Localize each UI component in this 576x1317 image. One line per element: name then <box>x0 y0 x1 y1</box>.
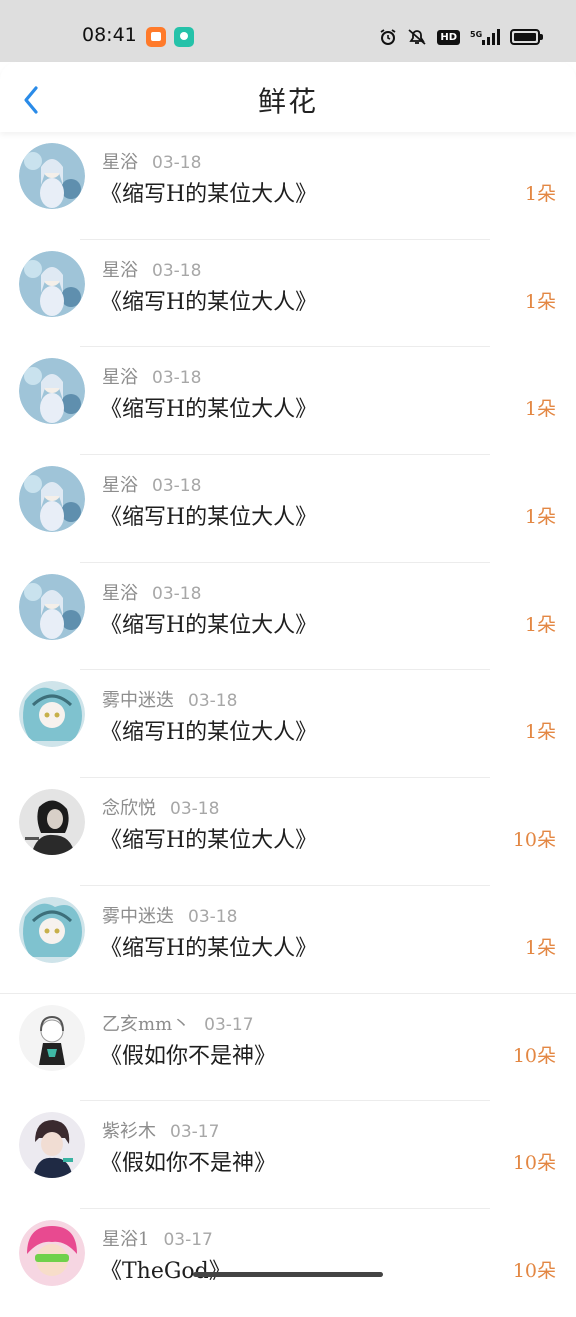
notification-app-icon <box>146 27 166 47</box>
flower-list: 星浴 03-18 《缩写H的某位大人》 1朵 星浴 03-18 《缩写H的某位大人》… <box>0 132 576 1317</box>
list-item[interactable]: 星浴 03-18 《缩写H的某位大人》 1朵 <box>0 455 576 563</box>
book-title[interactable]: 《缩写H的某位大人》 <box>100 176 317 208</box>
user-name[interactable]: 念欣悦 <box>102 798 156 819</box>
user-name[interactable]: 星浴 <box>102 367 138 388</box>
mute-icon <box>407 28 427 46</box>
list-item[interactable]: 念欣悦 03-18 《缩写H的某位大人》 10朵 <box>0 778 576 886</box>
list-item[interactable]: 雾中迷迭 03-18 《缩写H的某位大人》 1朵 <box>0 670 576 779</box>
date: 03-18 <box>152 368 202 389</box>
user-name[interactable]: 紫衫木 <box>102 1121 156 1142</box>
system-icons: HD 5G <box>379 26 543 48</box>
book-title[interactable]: 《缩写H的某位大人》 <box>100 822 317 854</box>
flower-count: 1朵 <box>524 398 556 421</box>
avatar[interactable] <box>19 681 85 748</box>
book-title[interactable]: 《缩写H的某位大人》 <box>100 391 317 423</box>
list-item[interactable]: 星浴1 03-17 《TheGod》 10朵 <box>0 1209 576 1317</box>
avatar[interactable] <box>19 573 85 640</box>
avatar[interactable] <box>19 1219 85 1286</box>
status-time: 08:41 <box>82 24 137 46</box>
list-item[interactable]: 星浴 03-18 《缩写H的某位大人》 1朵 <box>0 132 576 240</box>
date: 03-17 <box>204 1014 254 1035</box>
flower-count: 10朵 <box>512 1044 556 1067</box>
flower-count: 1朵 <box>524 506 556 529</box>
list-item[interactable]: 星浴 03-18 《缩写H的某位大人》 1朵 <box>0 563 576 671</box>
book-title[interactable]: 《TheGod》 <box>100 1253 231 1285</box>
list-item[interactable]: 紫衫木 03-17 《假如你不是神》 10朵 <box>0 1101 576 1209</box>
user-name[interactable]: 星浴 <box>102 475 138 496</box>
flower-count: 1朵 <box>524 936 556 959</box>
user-name[interactable]: 星浴 <box>102 152 138 173</box>
date: 03-18 <box>188 906 238 927</box>
list-item[interactable]: 雾中迷迭 03-18 《缩写H的某位大人》 1朵 <box>0 886 576 994</box>
book-title[interactable]: 《缩写H的某位大人》 <box>100 714 317 746</box>
avatar[interactable] <box>19 1004 85 1071</box>
svg-text:5G: 5G <box>470 30 482 39</box>
date: 03-18 <box>188 691 238 712</box>
book-title[interactable]: 《缩写H的某位大人》 <box>100 930 317 962</box>
user-name[interactable]: 星浴1 <box>102 1229 149 1250</box>
notification-chat-icon <box>174 27 194 47</box>
flower-count: 1朵 <box>524 183 556 205</box>
flower-count: 1朵 <box>524 290 556 313</box>
date: 03-18 <box>152 260 202 281</box>
page-title: 鲜花 <box>257 85 318 118</box>
user-name[interactable]: 乙亥mm丶 <box>102 1014 190 1035</box>
home-indicator[interactable] <box>193 1272 383 1277</box>
date: 03-17 <box>170 1122 220 1143</box>
date: 03-18 <box>152 153 202 173</box>
user-name[interactable]: 雾中迷迭 <box>102 906 174 927</box>
user-name[interactable]: 雾中迷迭 <box>102 690 174 711</box>
flower-count: 1朵 <box>524 721 556 744</box>
hd-icon: HD <box>437 28 460 46</box>
list-item[interactable]: 星浴 03-18 《缩写H的某位大人》 1朵 <box>0 347 576 456</box>
nav-bar: 鲜花 <box>0 62 576 132</box>
list-item[interactable]: 乙亥mm丶 03-17 《假如你不是神》 10朵 <box>0 994 576 1102</box>
alarm-icon <box>379 28 397 46</box>
avatar[interactable] <box>19 1112 85 1179</box>
avatar[interactable] <box>19 789 85 856</box>
user-name[interactable]: 星浴 <box>102 583 138 604</box>
date: 03-18 <box>170 799 220 820</box>
avatar[interactable] <box>19 358 85 425</box>
avatar[interactable] <box>19 896 85 963</box>
avatar[interactable] <box>19 250 85 317</box>
avatar[interactable] <box>19 143 85 209</box>
book-title[interactable]: 《缩写H的某位大人》 <box>100 499 317 531</box>
flower-count: 10朵 <box>512 829 556 852</box>
avatar[interactable] <box>19 466 85 533</box>
battery-icon <box>510 28 543 46</box>
user-name[interactable]: 星浴 <box>102 260 138 281</box>
list-item[interactable]: 星浴 03-18 《缩写H的某位大人》 1朵 <box>0 240 576 348</box>
book-title[interactable]: 《缩写H的某位大人》 <box>100 284 317 316</box>
flower-count: 10朵 <box>512 1152 556 1175</box>
signal-icon: 5G <box>470 28 500 46</box>
flower-count: 1朵 <box>524 613 556 636</box>
book-title[interactable]: 《缩写H的某位大人》 <box>100 607 317 639</box>
flower-count: 10朵 <box>512 1259 556 1282</box>
book-title[interactable]: 《假如你不是神》 <box>100 1038 276 1070</box>
date: 03-18 <box>152 583 202 604</box>
date: 03-18 <box>152 476 202 497</box>
book-title[interactable]: 《假如你不是神》 <box>100 1145 276 1177</box>
status-bar: 08:41 HD 5G <box>0 0 576 62</box>
date: 03-17 <box>163 1229 213 1250</box>
